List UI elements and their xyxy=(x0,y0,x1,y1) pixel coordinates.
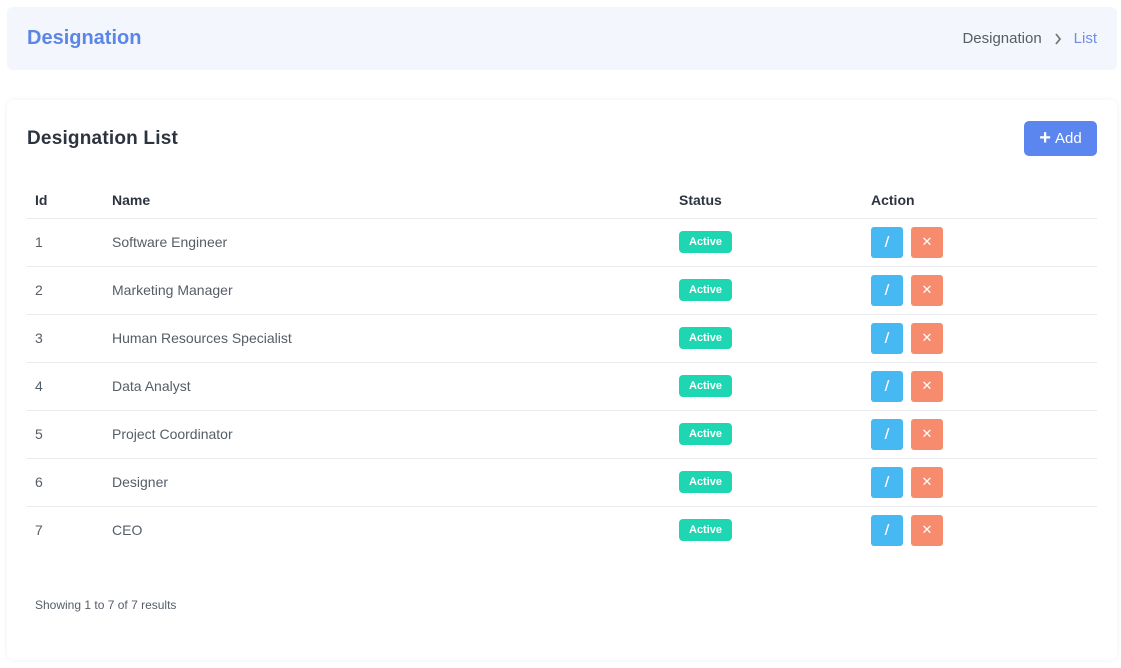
pencil-icon: / xyxy=(884,474,890,490)
row-name: Marketing Manager xyxy=(112,266,679,315)
table-row: 4 Data Analyst Active / ✕ xyxy=(27,362,1097,411)
status-badge: Active xyxy=(679,375,733,397)
row-status: Active xyxy=(679,266,871,315)
row-name: Software Engineer xyxy=(112,218,679,267)
delete-button[interactable]: ✕ xyxy=(911,370,943,402)
close-icon: ✕ xyxy=(921,522,933,538)
row-id: 7 xyxy=(35,522,43,539)
row-id: 1 xyxy=(27,218,112,267)
row-name: Designer xyxy=(112,458,679,507)
plus-icon: + xyxy=(1039,126,1051,149)
delete-button[interactable]: ✕ xyxy=(911,322,943,354)
row-actions: / ✕ xyxy=(871,362,1097,411)
table-row: 6 Designer Active / ✕ xyxy=(27,458,1097,507)
breadcrumb-current: List xyxy=(1073,30,1097,47)
designation-table: Id Name Status Action 1 Software Engineer… xyxy=(27,182,1097,554)
delete-button[interactable]: ✕ xyxy=(911,466,943,498)
row-id: 3 xyxy=(27,314,112,363)
row-actions: / ✕ xyxy=(871,266,1097,315)
column-header-name: Name xyxy=(112,182,679,219)
pencil-icon: / xyxy=(884,282,890,298)
results-summary: Showing 1 to 7 of 7 results xyxy=(35,598,177,612)
row-status: Active xyxy=(679,218,871,267)
add-button-label: Add xyxy=(1054,130,1082,147)
add-button[interactable]: + Add xyxy=(1024,121,1097,156)
chevron-right-icon xyxy=(1054,32,1062,45)
row-actions: / ✕ xyxy=(871,506,1097,554)
row-name: Data Analyst xyxy=(112,362,679,411)
table-row: 5 Project Coordinator Active / ✕ xyxy=(27,410,1097,459)
page-header: Designation Designation List xyxy=(7,7,1117,70)
delete-button[interactable]: ✕ xyxy=(911,418,943,450)
row-status: Active xyxy=(679,410,871,459)
pencil-icon: / xyxy=(884,330,890,346)
table-header-row: Id Name Status Action xyxy=(27,182,1097,219)
row-status: Active xyxy=(679,506,871,554)
close-icon: ✕ xyxy=(921,474,933,490)
status-badge: Active xyxy=(679,279,733,301)
status-badge: Active xyxy=(679,423,733,445)
close-icon: ✕ xyxy=(921,330,933,346)
row-status: Active xyxy=(679,362,871,411)
status-badge: Active xyxy=(679,471,733,493)
delete-button[interactable]: ✕ xyxy=(911,514,943,546)
row-name: CEO xyxy=(112,522,143,539)
edit-button[interactable]: / xyxy=(871,226,903,258)
edit-button[interactable]: / xyxy=(871,370,903,402)
designation-card: Designation List + Add Id Name Status Ac… xyxy=(7,100,1117,660)
row-name: Project Coordinator xyxy=(112,410,679,459)
row-actions: / ✕ xyxy=(871,314,1097,363)
table-row: 3 Human Resources Specialist Active / ✕ xyxy=(27,314,1097,363)
row-id: 6 xyxy=(27,458,112,507)
close-icon: ✕ xyxy=(921,282,933,298)
close-icon: ✕ xyxy=(921,234,933,250)
status-badge: Active xyxy=(679,327,733,349)
edit-button[interactable]: / xyxy=(871,514,903,546)
row-id: 4 xyxy=(27,362,112,411)
status-badge: Active xyxy=(679,519,733,542)
delete-button[interactable]: ✕ xyxy=(911,274,943,306)
pencil-icon: / xyxy=(884,522,890,538)
row-actions: / ✕ xyxy=(871,458,1097,507)
close-icon: ✕ xyxy=(921,426,933,442)
row-id: 2 xyxy=(27,266,112,315)
edit-button[interactable]: / xyxy=(871,322,903,354)
edit-button[interactable]: / xyxy=(871,466,903,498)
edit-button[interactable]: / xyxy=(871,418,903,450)
close-icon: ✕ xyxy=(921,378,933,394)
pencil-icon: / xyxy=(884,234,890,250)
table-row: 2 Marketing Manager Active / ✕ xyxy=(27,266,1097,315)
row-status: Active xyxy=(679,314,871,363)
column-header-action: Action xyxy=(871,182,1097,219)
pencil-icon: / xyxy=(884,426,890,442)
column-header-id: Id xyxy=(27,182,112,219)
table-row: 7 CEO Active / ✕ xyxy=(27,506,1097,554)
pencil-icon: / xyxy=(884,378,890,394)
row-status: Active xyxy=(679,458,871,507)
delete-button[interactable]: ✕ xyxy=(911,226,943,258)
page-title: Designation xyxy=(27,27,142,49)
column-header-status: Status xyxy=(679,182,871,219)
breadcrumb-parent[interactable]: Designation xyxy=(962,30,1041,47)
row-id: 5 xyxy=(27,410,112,459)
table-row: 1 Software Engineer Active / ✕ xyxy=(27,218,1097,267)
status-badge: Active xyxy=(679,231,733,253)
breadcrumb: Designation List xyxy=(962,30,1097,47)
row-name: Human Resources Specialist xyxy=(112,314,679,363)
card-title: Designation List xyxy=(27,128,178,149)
row-actions: / ✕ xyxy=(871,410,1097,459)
edit-button[interactable]: / xyxy=(871,274,903,306)
row-actions: / ✕ xyxy=(871,218,1097,267)
